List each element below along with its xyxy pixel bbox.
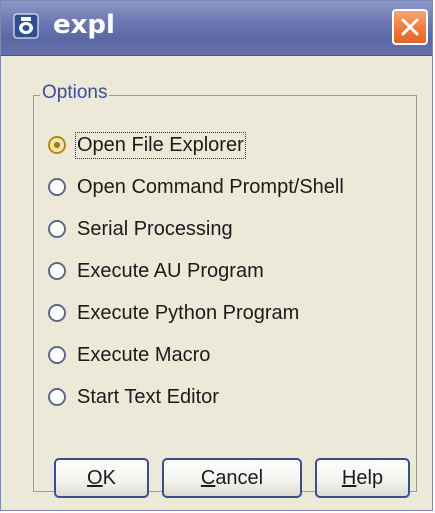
option-label: Serial Processing (77, 217, 233, 240)
ok-button-mnemonic: O (87, 466, 103, 489)
help-button-label: elp (356, 466, 384, 489)
close-icon (401, 18, 419, 36)
cancel-button[interactable]: Cancel (162, 458, 302, 498)
help-button[interactable]: Help (315, 458, 410, 498)
option-execute-python-program[interactable]: Execute Python Program (48, 298, 299, 328)
radio-button[interactable] (48, 304, 66, 322)
option-execute-au-program[interactable]: Execute AU Program (48, 256, 264, 286)
window-title: expl (53, 10, 115, 40)
radio-button-selected[interactable] (48, 136, 66, 154)
option-start-text-editor[interactable]: Start Text Editor (48, 382, 219, 412)
option-label: Open File Explorer (75, 131, 246, 159)
radio-button[interactable] (48, 262, 66, 280)
option-serial-processing[interactable]: Serial Processing (48, 214, 233, 244)
radio-button[interactable] (48, 388, 66, 406)
option-open-command-prompt[interactable]: Open Command Prompt/Shell (48, 172, 344, 202)
option-label: Open Command Prompt/Shell (77, 175, 344, 198)
dialog-content: Options Open File Explorer Open Command … (1, 56, 432, 510)
dialog-window: expl Options Open File Explorer Open Com… (0, 0, 433, 511)
option-open-file-explorer[interactable]: Open File Explorer (48, 130, 246, 160)
option-execute-macro[interactable]: Execute Macro (48, 340, 210, 370)
cancel-button-label: ancel (215, 466, 264, 489)
radio-button[interactable] (48, 346, 66, 364)
option-label: Start Text Editor (77, 385, 219, 408)
radio-button[interactable] (48, 178, 66, 196)
app-logo-icon (13, 13, 39, 39)
option-label: Execute Python Program (77, 301, 300, 324)
cancel-button-mnemonic: C (200, 466, 216, 489)
ok-button[interactable]: OK (54, 458, 149, 498)
option-label: Execute Macro (77, 343, 211, 366)
help-button-mnemonic: H (341, 466, 357, 489)
radio-button[interactable] (48, 220, 66, 238)
options-group-label: Options (40, 82, 110, 104)
close-button[interactable] (392, 9, 428, 45)
option-label: Execute AU Program (77, 259, 264, 282)
ok-button-label: K (102, 466, 116, 489)
title-bar[interactable]: expl (1, 1, 432, 56)
